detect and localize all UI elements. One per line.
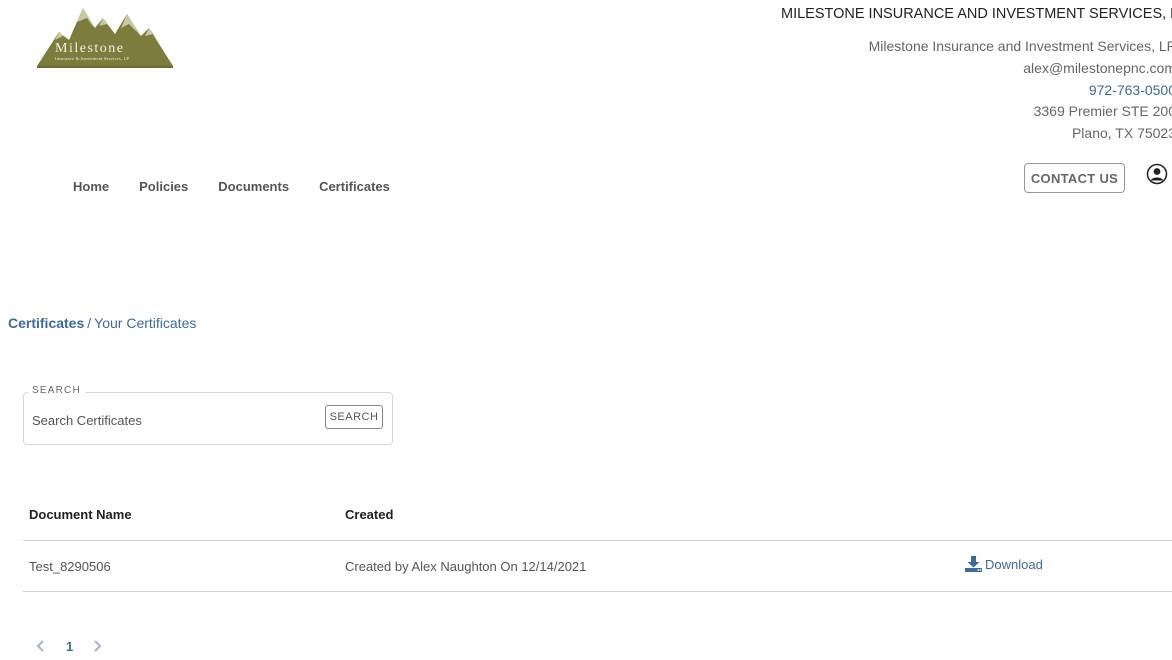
company-name: MILESTONE INSURANCE AND INVESTMENT SERVI… [781, 6, 1172, 22]
logo-title: Milestone [55, 41, 125, 56]
contact-email[interactable]: alex@milestonepnc.com [1023, 60, 1172, 76]
user-circle-icon[interactable] [1146, 163, 1168, 185]
page: Milestone Insurance & Investment Service… [0, 0, 1172, 660]
search-button[interactable]: SEARCH [325, 405, 383, 429]
breadcrumb: Certificates / Your Certificates [8, 315, 196, 331]
column-header-document-name: Document Name [29, 507, 132, 522]
download-label: Download [985, 556, 1043, 572]
table-header: Document Name Created [23, 490, 1172, 541]
created-cell: Created by Alex Naughton On 12/14/2021 [345, 559, 587, 574]
company-logo[interactable]: Milestone Insurance & Investment Service… [37, 6, 175, 68]
main-nav: Home Policies Documents Certificates [73, 179, 420, 194]
breadcrumb-separator: / [87, 315, 92, 331]
nav-item-home[interactable]: Home [73, 179, 109, 194]
download-link[interactable]: Download [964, 556, 1043, 572]
download-icon [965, 556, 982, 572]
page-number-current[interactable]: 1 [66, 639, 73, 654]
column-header-created: Created [345, 507, 394, 522]
contact-phone[interactable]: 972-763-0500 [1089, 82, 1172, 98]
search-box: SEARCH SEARCH [23, 385, 393, 445]
contact-address-line1: 3369 Premier STE 200 [1033, 103, 1172, 119]
contact-address-line2: Plano, TX 75023 [1071, 125, 1172, 141]
pagination: 1 [33, 638, 105, 654]
breadcrumb-certificates[interactable]: Certificates [8, 315, 84, 331]
certificates-table: Document Name Created Test_8290506 Creat… [23, 490, 1172, 592]
contact-name: Milestone Insurance and Investment Servi… [868, 38, 1172, 54]
nav-item-documents[interactable]: Documents [218, 179, 289, 194]
chevron-left-icon[interactable] [33, 638, 47, 654]
document-name-cell: Test_8290506 [29, 559, 111, 574]
search-legend: SEARCH [28, 385, 85, 396]
table-row: Test_8290506 Created by Alex Naughton On… [23, 541, 1172, 592]
search-input[interactable] [32, 411, 312, 429]
breadcrumb-current: Your Certificates [94, 315, 197, 331]
chevron-right-icon[interactable] [91, 638, 105, 654]
nav-item-certificates[interactable]: Certificates [319, 179, 390, 194]
contact-us-button[interactable]: CONTACT US [1024, 163, 1125, 193]
nav-item-policies[interactable]: Policies [139, 179, 188, 194]
logo-subtitle: Insurance & Investment Services, LP [55, 56, 130, 61]
